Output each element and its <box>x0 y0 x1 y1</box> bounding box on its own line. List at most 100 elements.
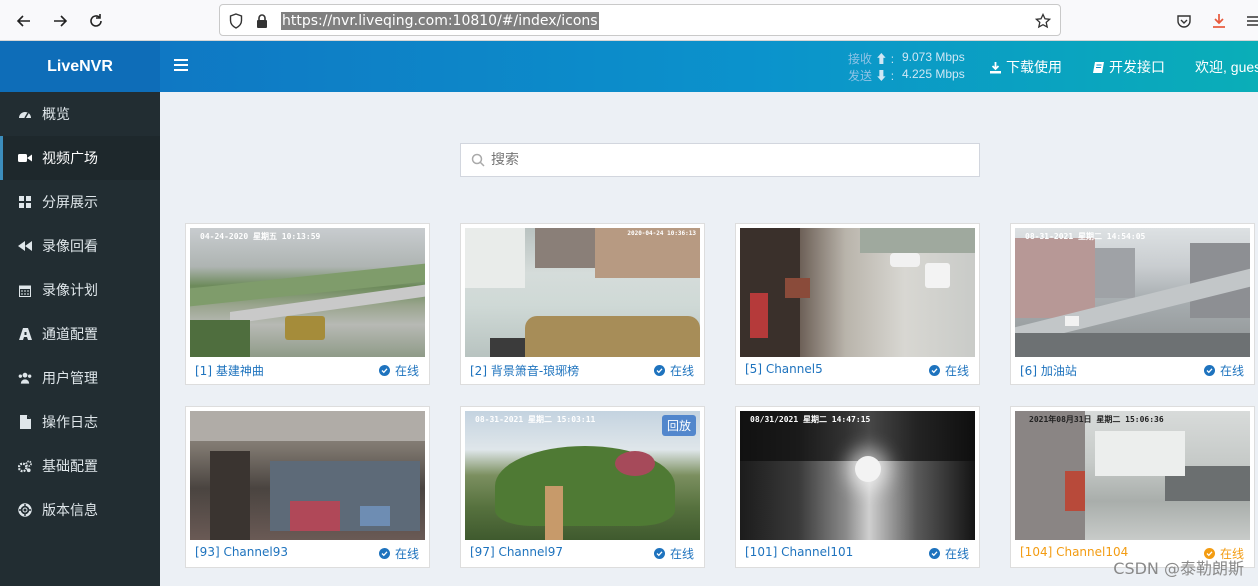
sidebar-item-basic-config[interactable]: 基础配置 <box>0 444 160 488</box>
download-icon[interactable] <box>1207 9 1231 33</box>
channel-card[interactable]: [93] Channel93 在线 <box>185 406 430 568</box>
rx-rate: 接收 ⬆ : 9.073 Mbps <box>848 50 965 67</box>
sidebar-item-record-plan[interactable]: 录像计划 <box>0 268 160 312</box>
sidebar-item-playback[interactable]: 录像回看 <box>0 224 160 268</box>
channel-status: 在线 <box>378 362 419 379</box>
channel-snapshot[interactable]: 2021年08月31日 星期二 15:06:36 <box>1015 411 1250 540</box>
channel-status: 在线 <box>378 545 419 562</box>
channel-card[interactable]: 08-31-2021 星期二 14:54:05 [6] 加油站 在线 <box>1010 223 1255 385</box>
check-circle-icon <box>1203 365 1215 376</box>
cogs-icon <box>18 459 32 473</box>
shield-icon[interactable] <box>227 12 245 30</box>
channel-name[interactable]: [2] 背景箫音-琅琊榜 <box>470 362 579 379</box>
lifebuoy-icon <box>18 503 32 517</box>
sidebar-toggle-icon[interactable] <box>174 59 188 73</box>
lock-icon[interactable] <box>253 12 271 30</box>
reload-button[interactable] <box>83 8 109 34</box>
playback-badge[interactable]: 回放 <box>661 415 696 436</box>
search-box[interactable] <box>460 143 980 177</box>
address-bar[interactable]: https://nvr.liveqing.com:10810/#/index/i… <box>219 4 1061 36</box>
rx-label: 接收 <box>848 52 873 66</box>
download-label: 下载使用 <box>1006 59 1062 75</box>
welcome-text: 欢迎, gues <box>1195 59 1258 75</box>
bookmark-star-icon[interactable] <box>1034 12 1052 30</box>
status-text: 在线 <box>944 547 969 561</box>
channel-status: 在线 <box>653 362 694 379</box>
osd-timestamp: 2021年08月31日 星期二 15:06:36 <box>1029 415 1164 424</box>
sidebar-item-version-info[interactable]: 版本信息 <box>0 488 160 532</box>
osd-timestamp: 04-24-2020 星期五 10:13:59 <box>200 232 321 241</box>
channel-name[interactable]: [93] Channel93 <box>195 545 288 559</box>
status-text: 在线 <box>394 547 419 561</box>
api-link[interactable]: 开发接口 <box>1092 57 1165 77</box>
tx-label: 发送 <box>848 69 873 83</box>
check-circle-icon <box>928 365 940 376</box>
channel-card[interactable]: 08-31-2021 星期二 15:03:11 回放 [97] Channel9… <box>460 406 705 568</box>
channel-status: 在线 <box>928 362 969 379</box>
sidebar-item-label: 录像回看 <box>42 238 98 254</box>
channel-card[interactable]: 04-24-2020 星期五 10:13:59 [1] 基建神曲 在线 <box>185 223 430 385</box>
channel-snapshot[interactable]: 04-24-2020 星期五 10:13:59 <box>190 228 425 357</box>
channel-card[interactable]: 08/31/2021 星期二 14:47:15 [101] Channel101… <box>735 406 980 568</box>
status-text: 在线 <box>394 364 419 378</box>
osd-timestamp: 08/31/2021 星期二 14:47:15 <box>750 415 871 424</box>
channel-snapshot[interactable]: 08-31-2021 星期二 15:03:11 回放 <box>465 411 700 540</box>
sidebar-item-label: 视频广场 <box>42 150 98 166</box>
channel-snapshot[interactable]: 08/31/2021 星期二 14:47:15 <box>740 411 975 540</box>
browser-toolbar: https://nvr.liveqing.com:10810/#/index/i… <box>0 0 1258 41</box>
arrow-down-icon: ⬇ : <box>875 69 895 83</box>
url-text[interactable]: https://nvr.liveqing.com:10810/#/index/i… <box>281 12 599 30</box>
channel-card[interactable]: 2021年08月31日 星期二 15:06:36 [104] Channel10… <box>1010 406 1255 568</box>
watermark-text: CSDN @泰勒朗斯 <box>1113 559 1244 578</box>
channel-card[interactable]: 2020-04-24 10:36:13 [2] 背景箫音-琅琊榜 在线 <box>460 223 705 385</box>
sidebar-item-channel-config[interactable]: 通道配置 <box>0 312 160 356</box>
sidebar-item-operation-log[interactable]: 操作日志 <box>0 400 160 444</box>
status-text: 在线 <box>944 364 969 378</box>
channel-name[interactable]: [1] 基建神曲 <box>195 362 264 379</box>
sidebar-item-label: 分屏展示 <box>42 194 98 210</box>
check-circle-icon <box>653 548 665 559</box>
sidebar-item-label: 录像计划 <box>42 282 98 298</box>
download-link[interactable]: 下载使用 <box>989 57 1062 77</box>
sidebar-item-user-management[interactable]: 用户管理 <box>0 356 160 400</box>
sidebar-item-label: 通道配置 <box>42 326 98 342</box>
channel-snapshot[interactable]: 08-31-2021 星期二 14:54:05 <box>1015 228 1250 357</box>
channel-snapshot[interactable] <box>190 411 425 540</box>
check-circle-icon <box>378 548 390 559</box>
rewind-icon <box>18 239 32 253</box>
pocket-icon[interactable] <box>1172 9 1196 33</box>
sidebar-item-overview[interactable]: 概览 <box>0 92 160 136</box>
api-label: 开发接口 <box>1109 59 1165 75</box>
forward-button[interactable] <box>47 8 73 34</box>
top-navbar: 接收 ⬆ : 9.073 Mbps 发送 ⬇ : 4.225 Mbps 下载使用… <box>160 41 1258 92</box>
sidebar-item-split-screen[interactable]: 分屏展示 <box>0 180 160 224</box>
channel-snapshot[interactable]: 2020-04-24 10:36:13 <box>465 228 700 357</box>
sidebar-item-video-square[interactable]: 视频广场 <box>0 136 160 180</box>
rx-value: 9.073 Mbps <box>902 50 965 64</box>
channel-name[interactable]: [5] Channel5 <box>745 362 823 376</box>
status-text: 在线 <box>669 364 694 378</box>
arrow-up-icon: ⬆ : <box>875 52 895 66</box>
osd-timestamp: 08-31-2021 星期二 15:03:11 <box>475 415 596 424</box>
tx-value: 4.225 Mbps <box>902 67 965 81</box>
menu-icon[interactable] <box>1240 9 1258 33</box>
channel-name[interactable]: [97] Channel97 <box>470 545 563 559</box>
channel-name[interactable]: [101] Channel101 <box>745 545 853 559</box>
back-button[interactable] <box>11 8 37 34</box>
sidebar: 概览 视频广场 分屏展示 录像回看 录像计划 通道配置 用户管理 操作日志 基础… <box>0 92 160 586</box>
user-menu[interactable]: 欢迎, gues <box>1195 57 1258 77</box>
brand-logo[interactable]: LiveNVR <box>0 41 160 92</box>
tx-rate: 发送 ⬇ : 4.225 Mbps <box>848 67 965 84</box>
channel-name[interactable]: [104] Channel104 <box>1020 545 1128 559</box>
reload-icon <box>90 14 102 27</box>
calendar-icon <box>18 283 32 297</box>
channel-card[interactable]: [5] Channel5 在线 <box>735 223 980 385</box>
status-text: 在线 <box>669 547 694 561</box>
sidebar-item-label: 版本信息 <box>42 502 98 518</box>
search-input[interactable] <box>491 152 971 168</box>
video-camera-icon <box>18 151 32 165</box>
channel-name[interactable]: [6] 加油站 <box>1020 362 1077 379</box>
dashboard-icon <box>18 107 32 121</box>
users-icon <box>18 371 32 385</box>
channel-snapshot[interactable] <box>740 228 975 357</box>
